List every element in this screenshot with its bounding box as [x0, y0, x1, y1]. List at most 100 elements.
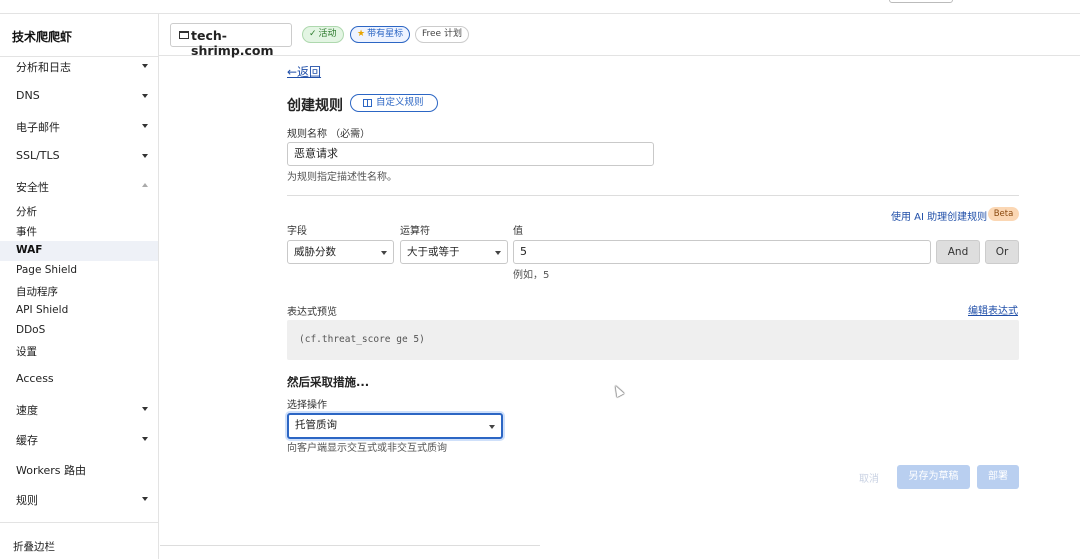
- sidebar-item-dns[interactable]: DNS: [0, 86, 158, 106]
- field-column-label: 字段: [287, 226, 307, 237]
- collapse-sidebar-button[interactable]: 折叠边栏: [0, 522, 158, 560]
- sidebar-item-ssl-tls[interactable]: SSL/TLS: [0, 146, 158, 166]
- browser-window-icon: [179, 31, 189, 39]
- sidebar-item-label: 分析和日志: [16, 61, 71, 74]
- chevron-down-icon: [489, 425, 495, 429]
- and-button[interactable]: And: [936, 240, 980, 264]
- sidebar-item-label: 设置: [16, 346, 37, 358]
- mouse-cursor-icon: [611, 383, 625, 398]
- plan-badge: Free 计划: [415, 26, 469, 43]
- sidebar-item-label: 自动程序: [16, 286, 58, 298]
- chevron-down-icon: [142, 437, 148, 441]
- sidebar-item-security-analytics[interactable]: 分析: [0, 201, 158, 221]
- sidebar-item-label: 事件: [16, 226, 37, 238]
- create-rule-form: ←返回 创建规则 自定义规则 规则名称 （必需） 恶意请求 为规则指定描述性名称…: [160, 56, 1080, 559]
- chevron-down-icon: [142, 497, 148, 501]
- choose-action-label: 选择操作: [287, 400, 327, 411]
- action-select[interactable]: 托管质询: [287, 413, 503, 439]
- domain-name: tech-shrimp.com: [191, 28, 274, 58]
- account-name-label: 技术爬爬虾: [12, 30, 73, 44]
- chevron-down-icon: [142, 64, 148, 68]
- sidebar-item-label: DNS: [16, 89, 40, 102]
- expression-text: (cf.threat_score ge 5): [299, 334, 425, 345]
- chevron-down-icon: [142, 124, 148, 128]
- starred-badge[interactable]: ★ 带有星标: [350, 26, 411, 43]
- back-link[interactable]: ←返回: [287, 63, 321, 80]
- sidebar-item-label: 缓存: [16, 434, 38, 447]
- chevron-down-icon: [495, 251, 501, 255]
- status-badge-label: 活动: [318, 29, 337, 39]
- divider: [287, 195, 1019, 196]
- then-action-title: 然后采取措施...: [287, 375, 370, 389]
- top-strip: [0, 0, 1080, 13]
- domain-selector[interactable]: tech-shrimp.com: [170, 23, 292, 58]
- sidebar-item-speed[interactable]: 速度: [0, 399, 158, 419]
- starred-badge-label: 带有星标: [367, 29, 404, 39]
- operator-select-value: 大于或等于: [407, 246, 460, 258]
- expression-preview-label: 表达式预览: [287, 307, 337, 318]
- sidebar-item-label: 安全性: [16, 181, 49, 194]
- sidebar-item-access[interactable]: Access: [0, 369, 158, 389]
- value-column-label: 值: [513, 226, 523, 237]
- sidebar-item-analytics-logs[interactable]: 分析和日志: [0, 56, 158, 76]
- deploy-button[interactable]: 部署: [977, 465, 1019, 489]
- sidebar-item-label: Access: [16, 372, 54, 385]
- chevron-down-icon: [142, 94, 148, 98]
- cancel-button[interactable]: 取消: [859, 470, 879, 485]
- sidebar: 技术爬爬虾 分析和日志 DNS 电子邮件 SSL/TLS 安全性 分析 事件 W…: [0, 13, 159, 559]
- beta-badge: Beta: [988, 207, 1019, 221]
- sidebar-item-ddos[interactable]: DDoS: [0, 321, 158, 341]
- chevron-up-icon: [142, 183, 148, 187]
- sidebar-item-email[interactable]: 电子邮件: [0, 116, 158, 136]
- footer-divider: [160, 545, 540, 546]
- action-select-value: 托管质询: [295, 419, 337, 431]
- zone-header: tech-shrimp.com ✓ 活动 ★ 带有星标 Free 计划: [159, 13, 1080, 58]
- page-title: 创建规则: [287, 98, 343, 114]
- sidebar-item-label: DDoS: [16, 324, 46, 336]
- operator-select[interactable]: 大于或等于: [400, 240, 508, 264]
- sidebar-item-waf[interactable]: WAF: [0, 241, 158, 261]
- star-icon: ★: [357, 29, 366, 39]
- sidebar-item-caching[interactable]: 缓存: [0, 429, 158, 449]
- custom-rule-pill[interactable]: 自定义规则: [350, 94, 438, 112]
- sidebar-item-workers-routes[interactable]: Workers 路由: [0, 459, 158, 479]
- sidebar-item-label: 规则: [16, 494, 38, 507]
- sidebar-item-label: Page Shield: [16, 264, 78, 276]
- chevron-down-icon: [142, 154, 148, 158]
- sidebar-item-label: Workers 路由: [16, 464, 86, 477]
- sidebar-item-api-shield[interactable]: API Shield: [0, 301, 158, 321]
- or-button[interactable]: Or: [985, 240, 1019, 264]
- sidebar-item-page-shield[interactable]: Page Shield: [0, 261, 158, 281]
- sidebar-item-label: 分析: [16, 206, 37, 218]
- edit-expression-link[interactable]: 编辑表达式: [968, 302, 1018, 317]
- sidebar-item-rules[interactable]: 规则: [0, 489, 158, 509]
- status-badge-active: ✓ 活动: [302, 26, 344, 43]
- book-icon: [363, 99, 372, 107]
- check-icon: ✓: [309, 29, 317, 39]
- value-input[interactable]: 5: [513, 240, 931, 264]
- sidebar-item-settings[interactable]: 设置: [0, 341, 158, 361]
- top-button-fragment[interactable]: [889, 0, 953, 3]
- sidebar-item-events[interactable]: 事件: [0, 221, 158, 241]
- value-example: 例如，5: [513, 270, 550, 281]
- save-draft-button[interactable]: 另存为草稿: [897, 465, 970, 489]
- rule-name-help: 为规则指定描述性名称。: [287, 172, 397, 183]
- collapse-sidebar-label: 折叠边栏: [13, 541, 55, 553]
- action-help: 向客户端显示交互式或非交互式质询: [287, 443, 447, 454]
- sidebar-item-bots[interactable]: 自动程序: [0, 281, 158, 301]
- field-select[interactable]: 威胁分数: [287, 240, 394, 264]
- sidebar-item-security[interactable]: 安全性: [0, 176, 158, 196]
- custom-rule-label: 自定义规则: [376, 97, 424, 108]
- sidebar-item-label: SSL/TLS: [16, 149, 60, 162]
- expression-preview: (cf.threat_score ge 5): [287, 320, 1019, 360]
- chevron-down-icon: [142, 407, 148, 411]
- account-name[interactable]: 技术爬爬虾: [0, 14, 159, 57]
- chevron-down-icon: [381, 251, 387, 255]
- sidebar-item-label: API Shield: [16, 304, 69, 316]
- sidebar-item-label: WAF: [16, 244, 43, 256]
- sidebar-item-label: 电子邮件: [16, 121, 60, 134]
- rule-name-input[interactable]: 恶意请求: [287, 142, 654, 166]
- ai-assistant-link[interactable]: 使用 AI 助理创建规则: [891, 208, 987, 223]
- rule-name-label: 规则名称 （必需）: [287, 129, 371, 140]
- field-select-value: 威胁分数: [294, 246, 336, 258]
